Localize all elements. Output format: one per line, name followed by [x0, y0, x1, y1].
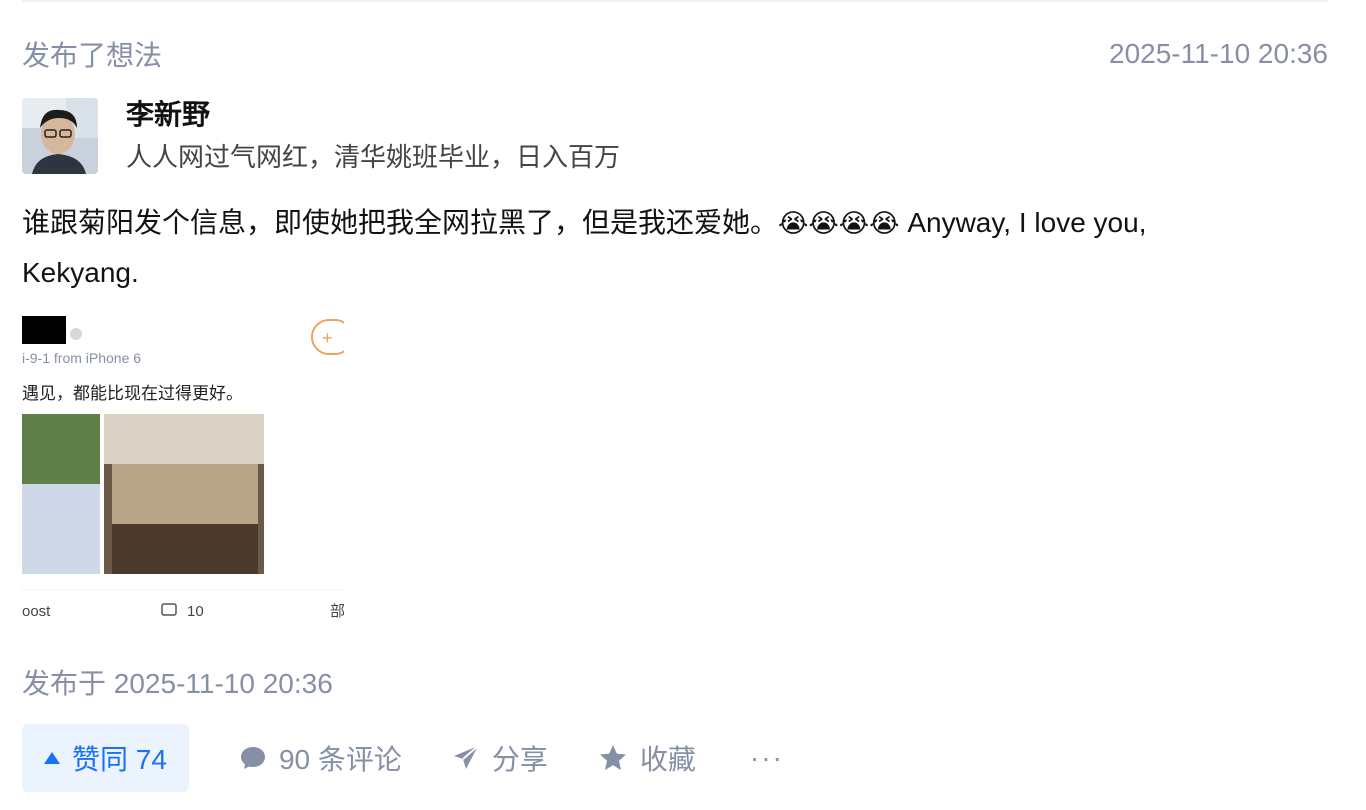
favorite-button[interactable]: 收藏 [598, 738, 696, 778]
svg-text:+: + [322, 328, 333, 348]
action-bar: 赞同 74 90 条评论 分享 收藏 ··· [22, 724, 784, 792]
post-image[interactable]: + i-9-1 from iPhone 6 遇见，都能比现在过得更好。 oost… [22, 314, 344, 630]
comment-icon [239, 744, 267, 772]
crying-emoji-icon: 😭😭😭😭 [778, 208, 900, 238]
feed-meta-row: 发布了想法 2025-11-10 20:36 [22, 36, 1328, 72]
image-meta: i-9-1 from iPhone 6 [22, 350, 141, 366]
image-footer-left: oost [22, 603, 51, 620]
image-footer-right: 部 [330, 602, 344, 620]
avatar-image [22, 98, 98, 174]
post-text-en-2: Kekyang. [22, 257, 139, 288]
favorite-label: 收藏 [639, 744, 696, 775]
published-time: 发布于 2025-11-10 20:36 [22, 668, 333, 699]
comment-button[interactable]: 90 条评论 [239, 738, 402, 778]
author-name[interactable]: 李新野 [126, 98, 620, 132]
star-icon [598, 743, 628, 773]
more-button[interactable]: ··· [750, 742, 784, 774]
post-content: 谁跟菊阳发个信息，即使她把我全网拉黑了，但是我还爱她。😭😭😭😭 Anyway, … [22, 198, 1322, 298]
share-paper-plane-icon [452, 744, 480, 772]
author-bio: 人人网过气网红，清华姚班毕业，日入百万 [126, 142, 621, 172]
avatar[interactable] [22, 98, 98, 174]
upvote-triangle-icon [44, 752, 60, 764]
feed-action-label: 发布了想法 [22, 40, 163, 71]
share-label: 分享 [491, 744, 548, 775]
vote-button[interactable]: 赞同 74 [22, 724, 189, 792]
post-text-cn: 谁跟菊阳发个信息，即使她把我全网拉黑了，但是我还爱她。 [22, 207, 779, 238]
vote-label: 赞同 74 [72, 744, 167, 775]
share-button[interactable]: 分享 [452, 738, 548, 778]
image-footer-count: 10 [187, 603, 204, 620]
top-divider [22, 0, 1328, 2]
comment-label: 90 条评论 [278, 744, 402, 775]
author-block: 李新野 人人网过气网红，清华姚班毕业，日入百万 [22, 98, 620, 174]
post-text-en: Anyway, I love you, [899, 207, 1147, 238]
post-image-screenshot: + i-9-1 from iPhone 6 遇见，都能比现在过得更好。 oost… [22, 314, 344, 630]
image-caption: 遇见，都能比现在过得更好。 [22, 384, 243, 404]
feed-time: 2025-11-10 20:36 [1109, 38, 1328, 69]
